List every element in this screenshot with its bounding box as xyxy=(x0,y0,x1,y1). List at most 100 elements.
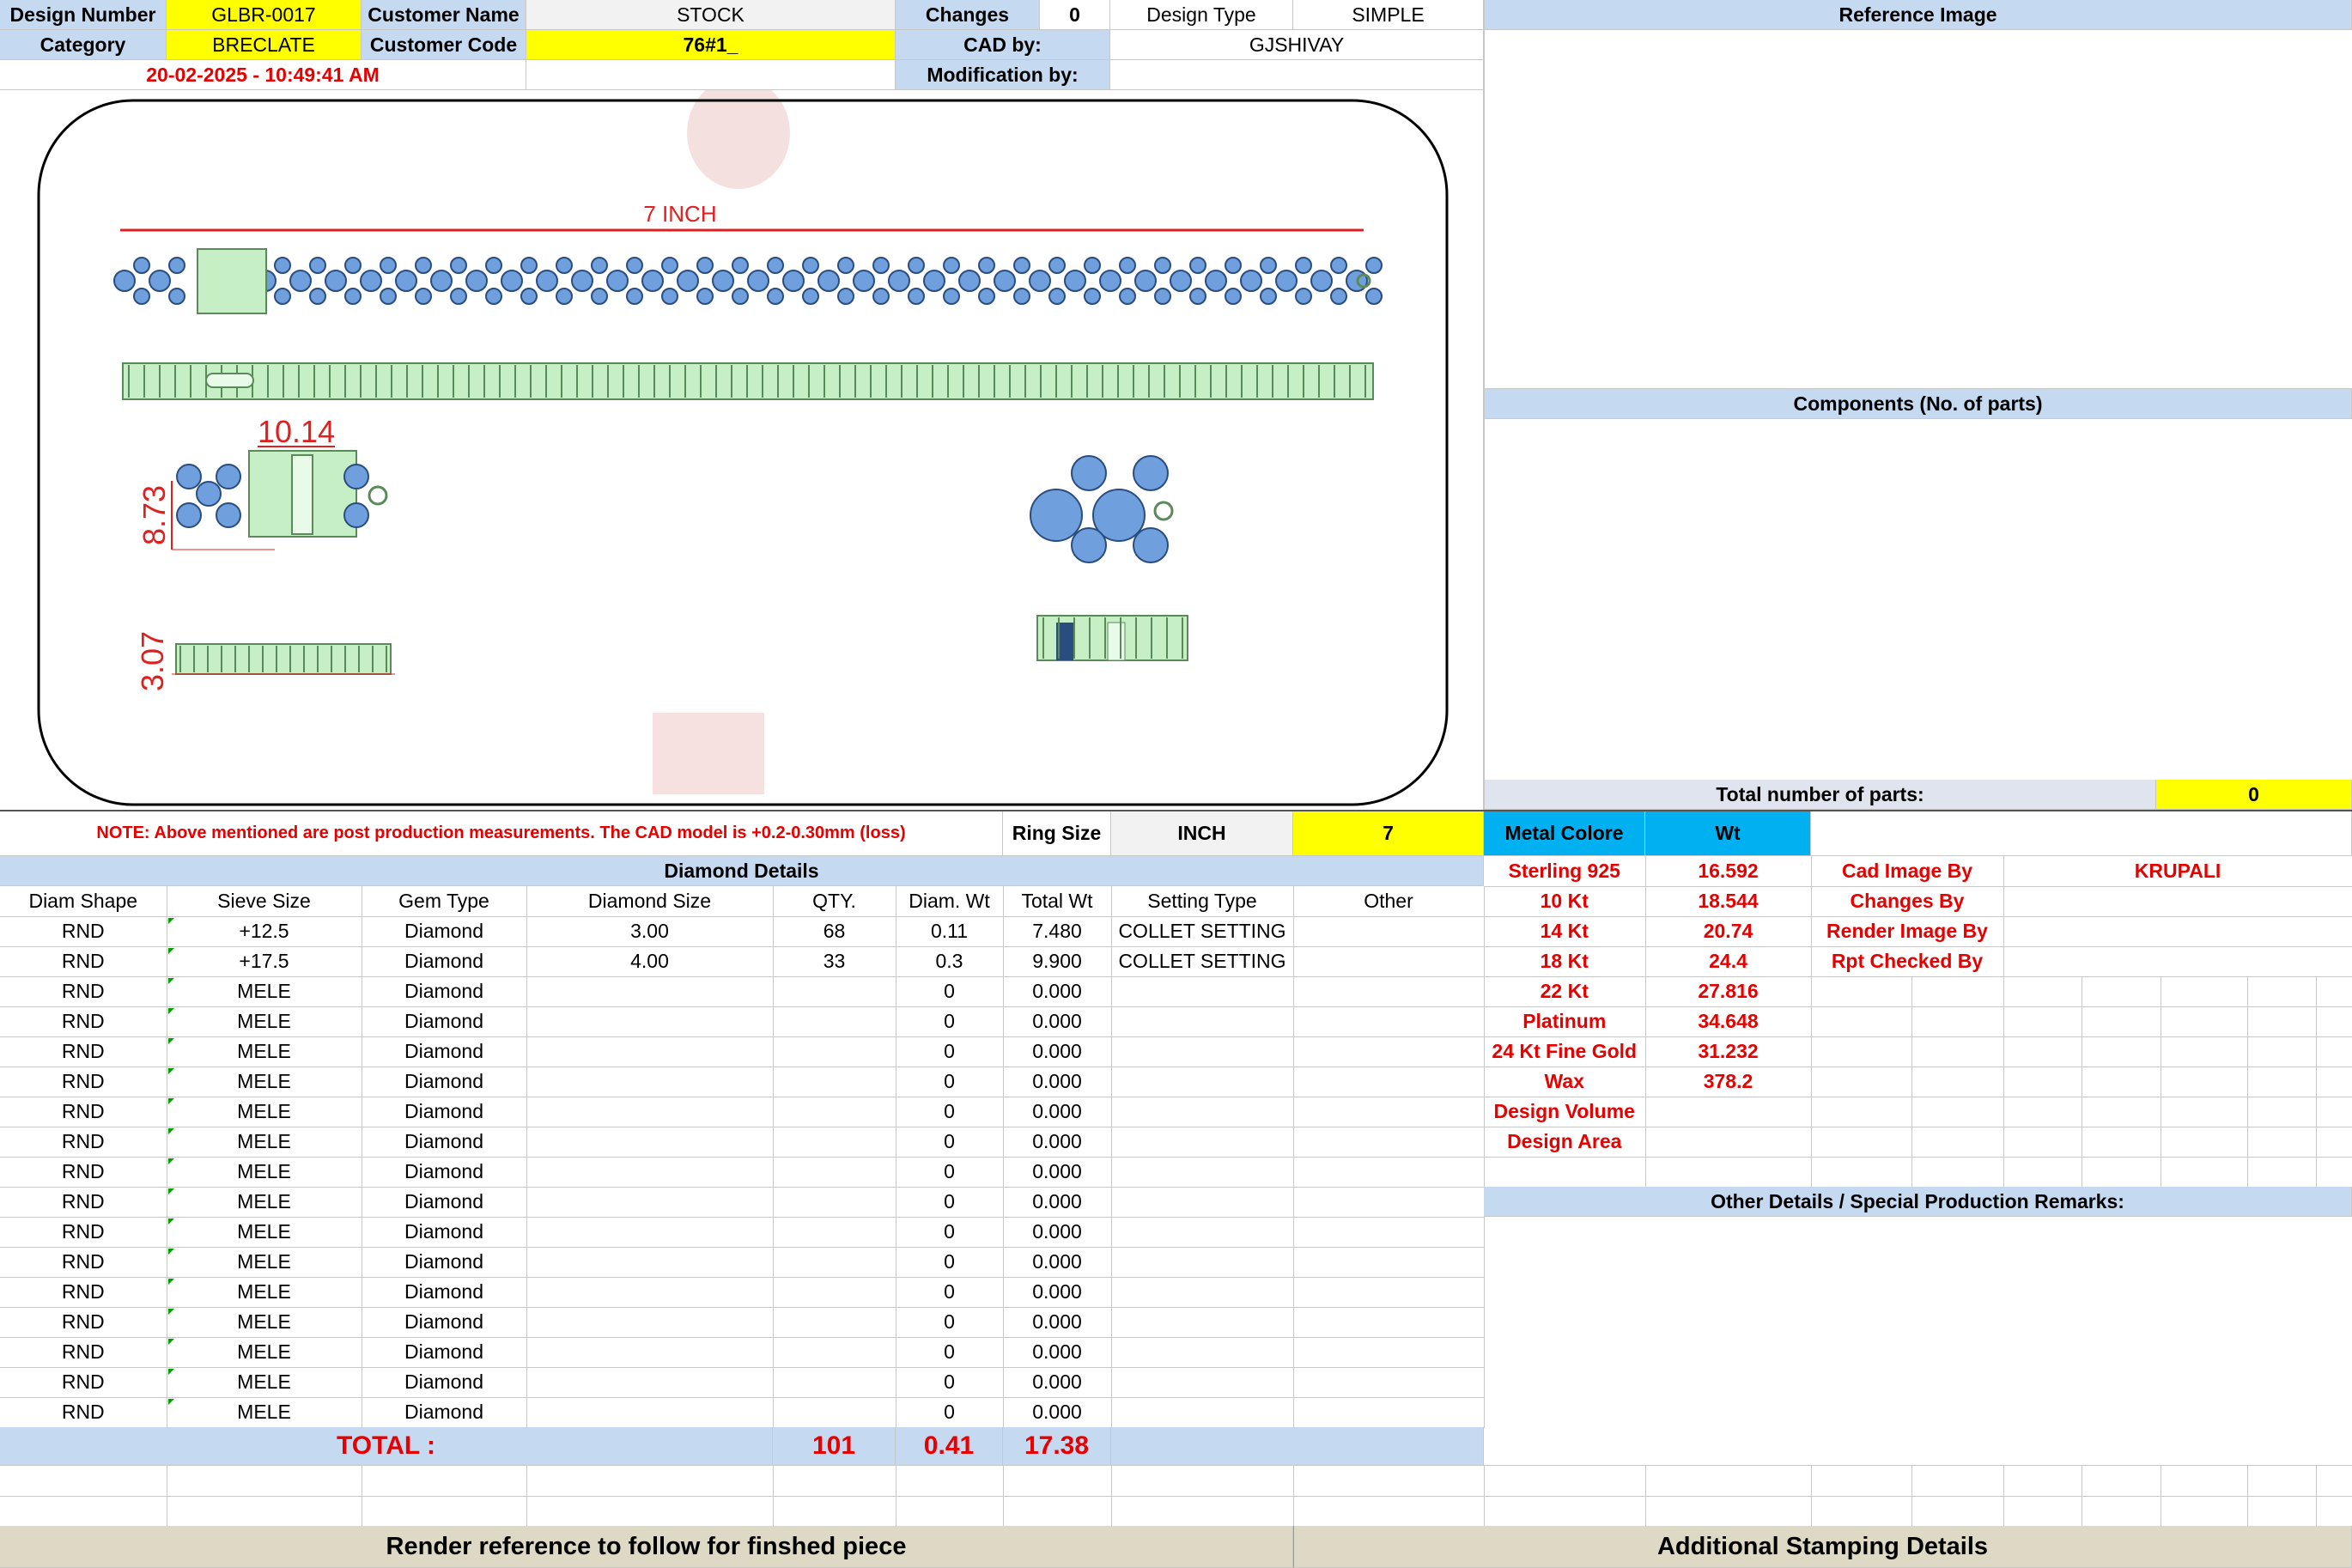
cell-diam-shape[interactable]: RND xyxy=(0,1097,167,1127)
cell-qty[interactable] xyxy=(773,1006,896,1037)
cell-sieve-size[interactable]: MELE xyxy=(167,1006,362,1037)
cell-qty[interactable] xyxy=(773,1277,896,1308)
cell-other[interactable] xyxy=(1293,1067,1485,1097)
cell-gem-type[interactable]: Diamond xyxy=(362,1127,527,1158)
cell-diam-wt[interactable]: 0 xyxy=(896,1187,1004,1218)
cell-sieve-size[interactable]: MELE xyxy=(167,1127,362,1158)
cell-other[interactable] xyxy=(1293,1307,1485,1338)
cell-diam-wt[interactable]: 0 xyxy=(896,976,1004,1007)
metal-weight[interactable]: 20.74 xyxy=(1645,916,1812,947)
cell-sieve-size[interactable]: MELE xyxy=(167,1277,362,1308)
metal-weight[interactable] xyxy=(1645,1097,1812,1127)
cell-diamond-size[interactable] xyxy=(526,1367,774,1398)
cell-diam-wt[interactable]: 0 xyxy=(896,1067,1004,1097)
cell-sieve-size[interactable]: MELE xyxy=(167,1307,362,1338)
design-number-value[interactable]: GLBR-0017 xyxy=(167,0,362,30)
cell-other[interactable] xyxy=(1293,1006,1485,1037)
cell-gem-type[interactable]: Diamond xyxy=(362,1157,527,1188)
cell-sieve-size[interactable]: MELE xyxy=(167,1397,362,1428)
cell-qty[interactable] xyxy=(773,1127,896,1158)
cell-other[interactable] xyxy=(1293,1397,1485,1428)
cell-setting-type[interactable] xyxy=(1111,1367,1294,1398)
cell-sieve-size[interactable]: MELE xyxy=(167,1337,362,1368)
cell-diam-shape[interactable]: RND xyxy=(0,1367,167,1398)
cell-other[interactable] xyxy=(1293,1187,1485,1218)
customer-name-value[interactable]: STOCK xyxy=(526,0,896,30)
cell-sieve-size[interactable]: MELE xyxy=(167,1036,362,1067)
cell-other[interactable] xyxy=(1293,1127,1485,1158)
metal-weight[interactable]: 378.2 xyxy=(1645,1067,1812,1097)
total-parts-value[interactable]: 0 xyxy=(2156,780,2352,810)
cell-gem-type[interactable]: Diamond xyxy=(362,1307,527,1338)
cell-diamond-size[interactable] xyxy=(526,1006,774,1037)
cell-other[interactable] xyxy=(1293,976,1485,1007)
ring-size-value[interactable]: 7 xyxy=(1293,811,1484,856)
cell-diamond-size[interactable] xyxy=(526,1067,774,1097)
cell-other[interactable] xyxy=(1293,1247,1485,1278)
other-details-area[interactable] xyxy=(1484,1217,2352,1466)
cell-diamond-size[interactable] xyxy=(526,1157,774,1188)
cell-qty[interactable] xyxy=(773,1067,896,1097)
cell-setting-type[interactable] xyxy=(1111,1187,1294,1218)
cell-other[interactable] xyxy=(1293,1157,1485,1188)
customer-code-value[interactable]: 76#1_ xyxy=(526,30,896,60)
cell-diam-shape[interactable]: RND xyxy=(0,1337,167,1368)
cell-setting-type[interactable] xyxy=(1111,1247,1294,1278)
cell-gem-type[interactable]: Diamond xyxy=(362,1337,527,1368)
cell-total-wt[interactable]: 0.000 xyxy=(1003,1157,1112,1188)
cell-gem-type[interactable]: Diamond xyxy=(362,1217,527,1248)
metal-weight[interactable]: 27.816 xyxy=(1645,976,1812,1007)
cell-other[interactable] xyxy=(1293,916,1485,947)
cell-diam-shape[interactable]: RND xyxy=(0,946,167,977)
cell-diamond-size[interactable] xyxy=(526,1397,774,1428)
cell-diam-wt[interactable]: 0 xyxy=(896,1247,1004,1278)
cell-sieve-size[interactable]: MELE xyxy=(167,976,362,1007)
cell-diamond-size[interactable] xyxy=(526,1187,774,1218)
cell-diam-shape[interactable]: RND xyxy=(0,1036,167,1067)
cell-gem-type[interactable]: Diamond xyxy=(362,916,527,947)
cell-gem-type[interactable]: Diamond xyxy=(362,1036,527,1067)
cell-setting-type[interactable] xyxy=(1111,1277,1294,1308)
cell-other[interactable] xyxy=(1293,1217,1485,1248)
cell-qty[interactable] xyxy=(773,1097,896,1127)
cell-diam-wt[interactable]: 0 xyxy=(896,1036,1004,1067)
metal-weight[interactable]: 18.544 xyxy=(1645,886,1812,917)
cell-diam-wt[interactable]: 0 xyxy=(896,1006,1004,1037)
cell-sieve-size[interactable]: MELE xyxy=(167,1247,362,1278)
cell-sieve-size[interactable]: +12.5 xyxy=(167,916,362,947)
cell-diam-shape[interactable]: RND xyxy=(0,1187,167,1218)
cell-other[interactable] xyxy=(1293,1036,1485,1067)
cell-qty[interactable] xyxy=(773,1307,896,1338)
category-value[interactable]: BRECLATE xyxy=(167,30,362,60)
cell-diamond-size[interactable] xyxy=(526,1337,774,1368)
cell-qty[interactable]: 68 xyxy=(773,916,896,947)
cell-sieve-size[interactable]: +17.5 xyxy=(167,946,362,977)
cell-gem-type[interactable]: Diamond xyxy=(362,976,527,1007)
changes-value[interactable]: 0 xyxy=(1040,0,1110,30)
cell-setting-type[interactable] xyxy=(1111,1006,1294,1037)
modification-by-value[interactable] xyxy=(1110,60,1484,90)
cell-gem-type[interactable]: Diamond xyxy=(362,1067,527,1097)
metal-weight[interactable] xyxy=(1645,1127,1812,1158)
cell-other[interactable] xyxy=(1293,946,1485,977)
cell-diam-shape[interactable]: RND xyxy=(0,1397,167,1428)
cell-diamond-size[interactable] xyxy=(526,1127,774,1158)
metal-weight[interactable]: 34.648 xyxy=(1645,1006,1812,1037)
cell-diam-wt[interactable]: 0.3 xyxy=(896,946,1004,977)
cell-total-wt[interactable]: 0.000 xyxy=(1003,1217,1112,1248)
metal-weight[interactable]: 16.592 xyxy=(1645,856,1812,887)
cell-total-wt[interactable]: 0.000 xyxy=(1003,1067,1112,1097)
cell-total-wt[interactable]: 7.480 xyxy=(1003,916,1112,947)
cell-diam-shape[interactable]: RND xyxy=(0,976,167,1007)
cell-setting-type[interactable] xyxy=(1111,1097,1294,1127)
cell-gem-type[interactable]: Diamond xyxy=(362,1277,527,1308)
cell-total-wt[interactable]: 0.000 xyxy=(1003,1247,1112,1278)
cell-gem-type[interactable]: Diamond xyxy=(362,1097,527,1127)
cell-diam-shape[interactable]: RND xyxy=(0,1157,167,1188)
cell-diamond-size[interactable] xyxy=(526,1097,774,1127)
cell-other[interactable] xyxy=(1293,1367,1485,1398)
cell-diam-shape[interactable]: RND xyxy=(0,1067,167,1097)
cell-sieve-size[interactable]: MELE xyxy=(167,1217,362,1248)
cell-gem-type[interactable]: Diamond xyxy=(362,1247,527,1278)
cell-gem-type[interactable]: Diamond xyxy=(362,1187,527,1218)
